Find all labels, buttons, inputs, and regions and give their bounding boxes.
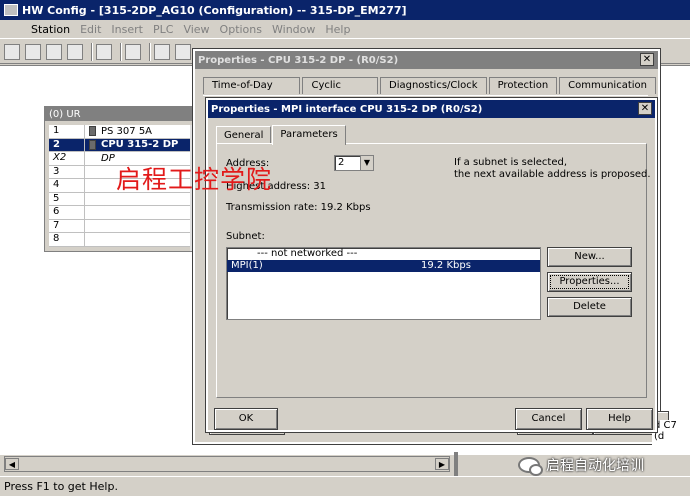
copy-icon[interactable] bbox=[154, 43, 170, 60]
tab-general[interactable]: General bbox=[216, 126, 272, 144]
rack-slot: X2 bbox=[49, 152, 85, 165]
rack-row-selected[interactable]: 2 CPU 315-2 DP bbox=[49, 138, 192, 152]
brand-logo: 启程自动化培训 bbox=[518, 455, 644, 476]
subnet-list[interactable]: --- not networked --- MPI(1) 19.2 Kbps bbox=[226, 247, 541, 320]
tab-parameters[interactable]: Parameters bbox=[272, 125, 346, 145]
subnet-label: Subnet: bbox=[226, 231, 265, 242]
menu-options[interactable]: Options bbox=[215, 23, 267, 36]
subnet-name: MPI(1) bbox=[231, 260, 263, 271]
hw-config-app-icon bbox=[4, 4, 18, 16]
network-icon[interactable] bbox=[46, 43, 62, 60]
rack-slot: 5 bbox=[49, 192, 85, 205]
rack-row[interactable]: 7 bbox=[49, 219, 192, 233]
mpi-interface-tabs: General Parameters bbox=[216, 124, 347, 145]
rack-module bbox=[85, 220, 192, 233]
rack-slot: 2 bbox=[49, 138, 85, 151]
rack-module: CPU 315-2 DP bbox=[101, 139, 179, 151]
close-icon[interactable]: ✕ bbox=[640, 53, 654, 66]
partial-background-text: d C7 (d bbox=[652, 420, 690, 454]
menu-help[interactable]: Help bbox=[320, 23, 355, 36]
window-title-bar: HW Config - [315-2DP_AG10 (Configuration… bbox=[0, 0, 690, 20]
rack-slot: 8 bbox=[49, 233, 85, 246]
tab-diagnostics-clock[interactable]: Diagnostics/Clock bbox=[380, 77, 487, 94]
subnet-hint-line-1: If a subnet is selected, bbox=[454, 157, 567, 168]
subnet-name: --- not networked --- bbox=[257, 248, 358, 259]
cpu-properties-title: Properties - CPU 315-2 DP - (R0/S2) bbox=[195, 51, 658, 69]
subnet-rate: 19.2 Kbps bbox=[421, 260, 471, 271]
help-button[interactable]: Help bbox=[586, 408, 653, 430]
rack-module bbox=[85, 206, 192, 219]
menu-edit[interactable]: Edit bbox=[75, 23, 106, 36]
rack-module bbox=[85, 233, 192, 246]
tab-cyclic-interrupts[interactable]: Cyclic Interrupts bbox=[302, 77, 378, 107]
status-bar: Press F1 to get Help. bbox=[0, 476, 690, 496]
download-icon[interactable] bbox=[96, 43, 112, 60]
subnet-hint-line-2: the next available address is proposed. bbox=[454, 169, 651, 180]
horizontal-scrollbar[interactable]: ◀ ▶ bbox=[4, 456, 450, 472]
rack-slot: 4 bbox=[49, 179, 85, 192]
window-title: HW Config - [315-2DP_AG10 (Configuration… bbox=[22, 3, 407, 17]
menu-station[interactable]: Station bbox=[26, 23, 75, 36]
tab-time-of-day-interrupts[interactable]: Time-of-Day Interrupts bbox=[203, 77, 301, 107]
new-subnet-button[interactable]: New... bbox=[547, 247, 632, 267]
toolbar-separator bbox=[120, 42, 122, 61]
module-icon bbox=[89, 139, 96, 150]
rack-slot: 6 bbox=[49, 206, 85, 219]
menu-view[interactable]: View bbox=[178, 23, 214, 36]
menu-insert[interactable]: Insert bbox=[106, 23, 148, 36]
address-select[interactable]: 2 ▼ bbox=[334, 155, 374, 171]
brand-text: 启程自动化培训 bbox=[546, 458, 644, 474]
module-icon bbox=[89, 126, 96, 137]
tab-communication[interactable]: Communication bbox=[559, 77, 656, 94]
rack-row[interactable]: 1 PS 307 5A bbox=[49, 125, 192, 139]
list-item[interactable]: --- not networked --- bbox=[227, 248, 540, 260]
save-icon[interactable] bbox=[67, 43, 83, 60]
rack-module: PS 307 5A bbox=[101, 125, 153, 137]
print-icon[interactable] bbox=[125, 43, 141, 60]
rack-row[interactable]: 6 bbox=[49, 206, 192, 220]
rack-row[interactable]: 8 bbox=[49, 233, 192, 247]
toolbar-separator bbox=[91, 42, 93, 61]
menu-window[interactable]: Window bbox=[267, 23, 320, 36]
cancel-button[interactable]: Cancel bbox=[515, 408, 582, 430]
subnet-hint: If a subnet is selected, the next availa… bbox=[454, 157, 651, 181]
scroll-right-arrow-icon[interactable]: ▶ bbox=[435, 458, 449, 470]
cpu-properties-tabs: Time-of-Day Interrupts Cyclic Interrupts… bbox=[203, 77, 658, 107]
chevron-down-icon[interactable]: ▼ bbox=[360, 156, 373, 170]
rack-slot: 1 bbox=[49, 125, 85, 138]
mpi-interface-title: Properties - MPI interface CPU 315-2 DP … bbox=[208, 100, 655, 118]
splitter[interactable] bbox=[454, 452, 458, 476]
rack-title: (0) UR bbox=[45, 107, 198, 121]
list-item-selected[interactable]: MPI(1) 19.2 Kbps bbox=[227, 260, 540, 272]
scroll-left-arrow-icon[interactable]: ◀ bbox=[5, 458, 19, 470]
wechat-icon bbox=[518, 457, 543, 476]
menu-plc[interactable]: PLC bbox=[148, 23, 178, 36]
rack-slot: 3 bbox=[49, 165, 85, 178]
subnet-properties-button[interactable]: Properties... bbox=[547, 272, 632, 292]
ok-button[interactable]: OK bbox=[214, 408, 278, 430]
tab-protection[interactable]: Protection bbox=[488, 77, 558, 94]
transmission-rate-text: Transmission rate: 19.2 Kbps bbox=[226, 202, 371, 213]
toolbar-separator bbox=[149, 42, 151, 61]
address-value: 2 bbox=[338, 157, 345, 168]
delete-subnet-button[interactable]: Delete bbox=[547, 297, 632, 317]
watermark-text: 启程工控学院 bbox=[116, 165, 273, 194]
open-folder-icon[interactable] bbox=[25, 43, 41, 60]
rack-slot: 7 bbox=[49, 219, 85, 232]
mpi-interface-dialog: Properties - MPI interface CPU 315-2 DP … bbox=[205, 97, 658, 433]
rack-module: DP bbox=[101, 152, 115, 164]
menu-bar: Station Edit Insert PLC View Options Win… bbox=[0, 20, 690, 39]
status-text: Press F1 to get Help. bbox=[4, 480, 118, 493]
paste-icon[interactable] bbox=[175, 43, 191, 60]
close-icon[interactable]: ✕ bbox=[638, 102, 652, 115]
new-file-icon[interactable] bbox=[4, 43, 20, 60]
